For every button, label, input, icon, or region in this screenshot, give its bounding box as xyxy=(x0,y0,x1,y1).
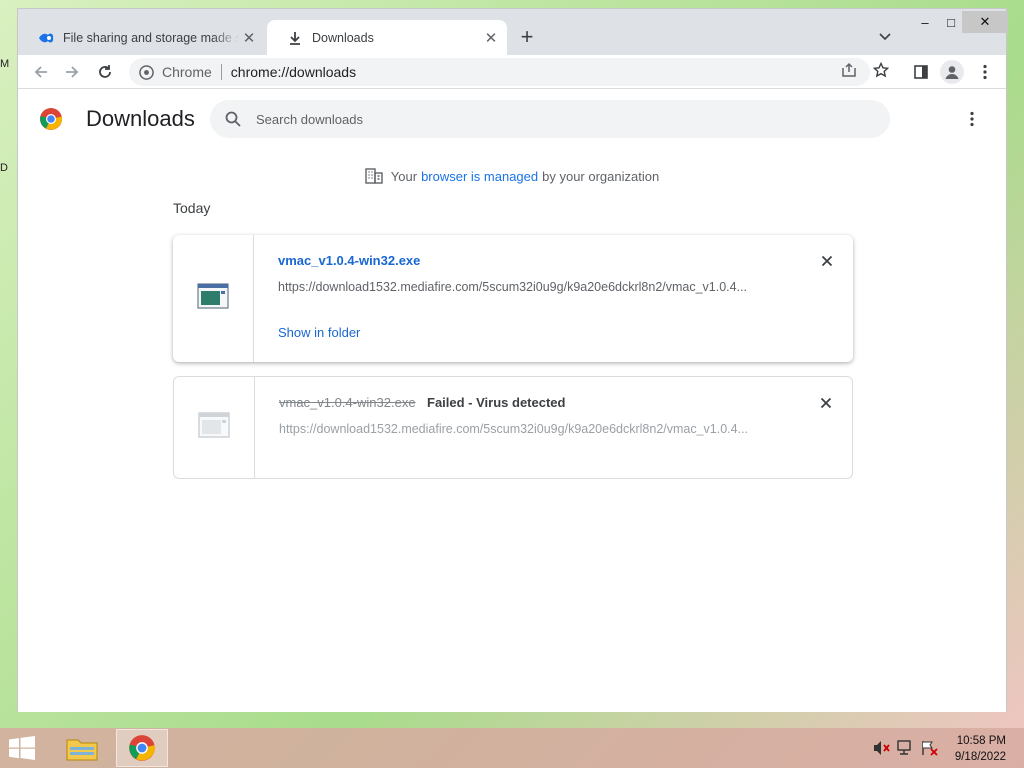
download-filename-link[interactable]: vmac_v1.0.4-win32.exe xyxy=(278,253,420,268)
chrome-logo-icon xyxy=(39,107,63,131)
tab-search-chevron-icon[interactable] xyxy=(875,27,895,47)
chrome-window: File sharing and storage made simple ✕ D… xyxy=(17,8,1008,712)
forward-button[interactable] xyxy=(60,60,84,84)
mediafire-icon xyxy=(38,30,54,46)
profile-avatar-icon[interactable] xyxy=(940,60,964,84)
clock-time: 10:58 PM xyxy=(956,735,1006,747)
remove-download-icon[interactable] xyxy=(818,395,834,411)
search-icon xyxy=(223,109,243,129)
download-source-url[interactable]: https://download1532.mediafire.com/5scum… xyxy=(279,422,789,436)
download-icon xyxy=(287,30,303,46)
file-icon-column xyxy=(174,377,255,478)
tab-strip: File sharing and storage made simple ✕ D… xyxy=(18,9,1008,56)
tab-title: File sharing and storage made simple xyxy=(63,31,239,45)
downloads-more-options-icon[interactable] xyxy=(962,109,982,129)
download-details: vmac_v1.0.4-win32.exe Failed - Virus det… xyxy=(255,377,852,478)
downloads-page: Downloads Your browser is managed by you… xyxy=(18,90,1006,712)
chrome-taskbar-icon[interactable] xyxy=(116,729,168,767)
browser-managed-link[interactable]: browser is managed xyxy=(421,169,538,184)
building-icon xyxy=(365,168,383,184)
tab-mediafire[interactable]: File sharing and storage made simple ✕ xyxy=(18,20,265,56)
new-tab-button[interactable]: + xyxy=(515,26,539,50)
desktop-icon-label: M xyxy=(0,58,10,70)
system-clock[interactable]: 10:58 PM 9/18/2022 xyxy=(955,733,1006,765)
clock-date: 9/18/2022 xyxy=(954,751,1006,763)
close-window-button[interactable]: ✕ xyxy=(962,11,1008,33)
exe-file-icon xyxy=(198,412,230,443)
tab-close-icon[interactable]: ✕ xyxy=(239,28,259,48)
url-text[interactable]: chrome://downloads xyxy=(231,64,356,80)
search-downloads-box[interactable] xyxy=(210,100,890,138)
download-item-failed: vmac_v1.0.4-win32.exe Failed - Virus det… xyxy=(173,376,853,479)
file-explorer-icon[interactable] xyxy=(56,729,108,767)
download-item: vmac_v1.0.4-win32.exe https://download15… xyxy=(173,235,853,362)
downloads-header: Downloads xyxy=(18,90,1006,146)
tab-downloads[interactable]: Downloads ✕ xyxy=(267,20,507,56)
chrome-site-icon xyxy=(138,64,154,80)
reload-button[interactable] xyxy=(93,60,117,84)
show-in-folder-link[interactable]: Show in folder xyxy=(278,325,360,340)
managed-prefix: Your xyxy=(390,168,418,184)
exe-file-icon xyxy=(197,283,229,314)
bookmark-star-icon[interactable] xyxy=(870,59,892,81)
tab-title: Downloads xyxy=(312,31,374,45)
network-icon[interactable] xyxy=(897,740,915,756)
managed-suffix: by your organization xyxy=(542,168,660,184)
browser-toolbar: Chrome chrome://downloads xyxy=(18,55,1006,89)
tab-close-icon[interactable]: ✕ xyxy=(481,28,501,48)
chrome-menu-icon[interactable] xyxy=(973,60,997,84)
download-source-url[interactable]: https://download1532.mediafire.com/5scum… xyxy=(278,280,788,294)
desktop-icon-label: D xyxy=(0,162,8,174)
date-header: Today xyxy=(173,200,211,216)
side-panel-icon[interactable] xyxy=(909,60,933,84)
back-button[interactable] xyxy=(29,60,53,84)
managed-notice: Your browser is managed by your organiza… xyxy=(18,168,1006,184)
file-icon-column xyxy=(173,235,254,362)
search-input[interactable] xyxy=(256,111,856,127)
windows-taskbar: 10:58 PM 9/18/2022 xyxy=(0,728,1024,768)
page-title: Downloads xyxy=(86,106,195,131)
address-bar[interactable]: Chrome chrome://downloads xyxy=(129,58,870,86)
download-details: vmac_v1.0.4-win32.exe https://download15… xyxy=(254,235,853,362)
windows-start-icon[interactable] xyxy=(8,736,38,762)
remove-download-icon[interactable] xyxy=(819,253,835,269)
volume-muted-icon[interactable] xyxy=(873,740,891,756)
omnibox-separator xyxy=(220,64,222,80)
chrome-chip-label: Chrome xyxy=(162,64,212,80)
download-status: Failed - Virus detected xyxy=(427,395,566,410)
download-filename: vmac_v1.0.4-win32.exe xyxy=(279,395,416,410)
action-center-alert-icon[interactable] xyxy=(921,740,939,756)
share-icon[interactable] xyxy=(838,59,860,81)
